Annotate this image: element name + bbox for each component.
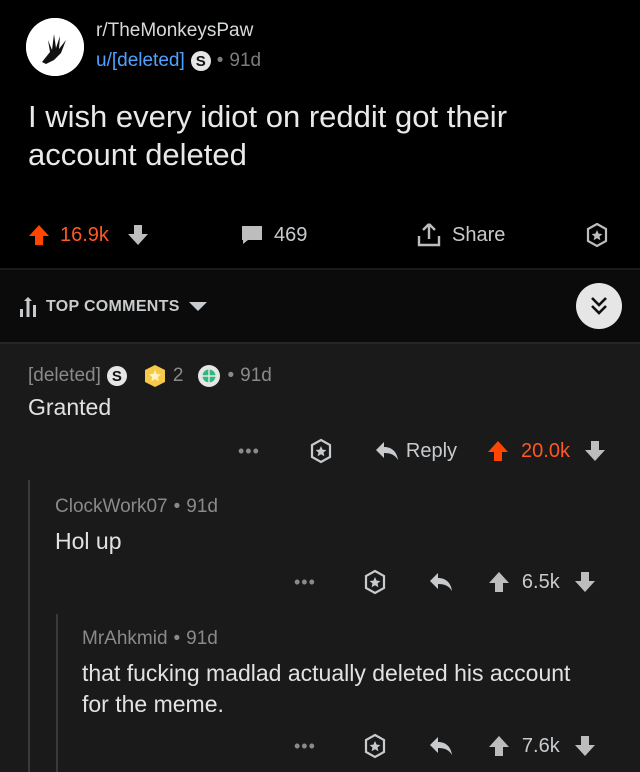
comment-age: 91d bbox=[186, 496, 218, 517]
sort-dropdown[interactable]: TOP COMMENTS bbox=[18, 296, 208, 318]
upvote-icon[interactable] bbox=[488, 735, 510, 757]
award-icon bbox=[584, 222, 610, 248]
post-card: r/TheMonkeysPaw u/[deleted] S • 91d I wi… bbox=[0, 0, 640, 268]
thread-line[interactable] bbox=[28, 480, 30, 772]
separator-dot: • bbox=[216, 50, 224, 71]
comment-score: 20.0k bbox=[521, 439, 570, 462]
downvote-icon[interactable] bbox=[584, 440, 606, 462]
comment-meta: [deleted] S 2 • 91d bbox=[28, 364, 272, 388]
share-icon bbox=[416, 222, 442, 248]
post-vote: 16.9k bbox=[28, 214, 149, 256]
comment-score: 6.5k bbox=[521, 570, 560, 593]
sort-top-icon bbox=[18, 296, 38, 318]
comment-actions: ••• Reply 20.0k bbox=[238, 432, 606, 470]
award-icon[interactable] bbox=[308, 438, 334, 464]
double-chevron-down-icon bbox=[591, 297, 607, 315]
comment-age: 91d bbox=[186, 628, 218, 649]
downvote-icon[interactable] bbox=[574, 571, 596, 593]
award-count: 2 bbox=[172, 365, 184, 386]
more-options-icon[interactable]: ••• bbox=[294, 572, 316, 593]
post-byline: u/[deleted] S • 91d bbox=[96, 50, 261, 72]
collapse-threads-button[interactable] bbox=[576, 283, 622, 329]
upvote-icon[interactable] bbox=[488, 571, 510, 593]
subreddit-name[interactable]: r/TheMonkeysPaw bbox=[96, 20, 253, 42]
post-comments-button[interactable]: 469 bbox=[240, 214, 307, 256]
share-button[interactable]: Share bbox=[416, 214, 505, 256]
post-actions: 16.9k 469 Share bbox=[0, 214, 640, 256]
silver-award-icon: S bbox=[106, 366, 127, 386]
chevron-down-icon bbox=[188, 301, 208, 313]
upvote-icon[interactable] bbox=[487, 440, 509, 462]
comment-author[interactable]: ClockWork07 bbox=[55, 496, 168, 518]
silver-award-icon: S bbox=[190, 51, 211, 71]
post-title: I wish every idiot on reddit got their a… bbox=[28, 99, 508, 172]
post-comment-count: 469 bbox=[274, 223, 308, 246]
comment-score: 7.6k bbox=[521, 734, 560, 757]
reply-icon[interactable] bbox=[428, 571, 454, 593]
comment-age: 91d bbox=[240, 365, 272, 386]
sort-label: TOP COMMENTS bbox=[46, 298, 180, 315]
reply-icon[interactable] bbox=[428, 735, 454, 757]
comment-body: Hol up bbox=[55, 528, 122, 554]
thread-line[interactable] bbox=[56, 614, 58, 772]
reply-icon[interactable] bbox=[374, 440, 400, 462]
comment-author[interactable]: [deleted] bbox=[28, 365, 101, 387]
separator-dot: • bbox=[227, 365, 235, 386]
downvote-icon[interactable] bbox=[574, 735, 596, 757]
separator-dot: • bbox=[173, 628, 181, 649]
more-options-icon[interactable]: ••• bbox=[294, 736, 316, 757]
comment-body: Granted bbox=[28, 394, 112, 420]
more-options-icon[interactable]: ••• bbox=[238, 441, 260, 462]
share-label: Share bbox=[452, 223, 506, 246]
comment-icon bbox=[240, 224, 264, 246]
post-award-button[interactable] bbox=[584, 214, 610, 256]
subreddit-avatar[interactable] bbox=[26, 18, 84, 76]
monkey-paw-icon bbox=[26, 18, 84, 76]
post-score: 16.9k bbox=[60, 223, 109, 246]
award-icon[interactable] bbox=[362, 733, 388, 759]
upvote-icon[interactable] bbox=[28, 224, 50, 246]
comment-meta: ClockWork07 • 91d bbox=[55, 496, 218, 518]
comment-author[interactable]: MrAhkmid bbox=[82, 628, 168, 650]
wholesome-award-icon bbox=[143, 364, 167, 388]
comment-actions: ••• 7.6k bbox=[294, 728, 596, 764]
comment-sort-bar: TOP COMMENTS bbox=[0, 270, 640, 344]
reply-label[interactable]: Reply bbox=[406, 440, 457, 463]
comment-meta: MrAhkmid • 91d bbox=[82, 628, 218, 650]
comment-actions: ••• 6.5k bbox=[294, 564, 596, 600]
separator-dot: • bbox=[173, 496, 181, 517]
globe-award-icon bbox=[197, 364, 221, 388]
post-author[interactable]: u/[deleted] bbox=[96, 50, 185, 72]
award-icon[interactable] bbox=[362, 569, 388, 595]
post-age: 91d bbox=[229, 50, 262, 71]
comment-body: that fucking madlad actually deleted his… bbox=[82, 660, 571, 717]
downvote-icon[interactable] bbox=[127, 224, 149, 246]
